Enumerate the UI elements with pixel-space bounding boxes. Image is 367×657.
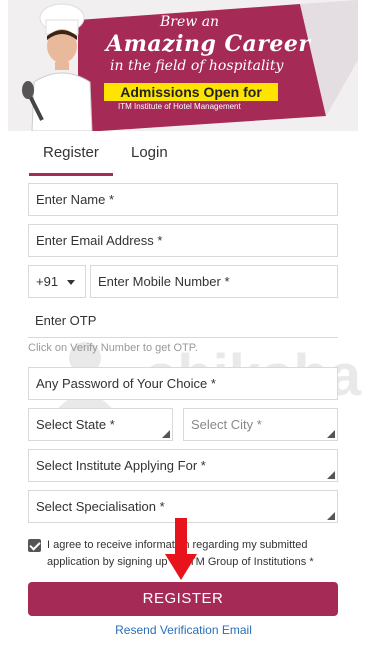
chef-image [22, 3, 93, 131]
country-code-select[interactable]: +91 [28, 265, 86, 298]
email-input[interactable]: Enter Email Address * [28, 224, 338, 257]
name-input[interactable]: Enter Name * [28, 183, 338, 216]
banner-admissions: Admissions Open for [104, 83, 278, 101]
active-tab-indicator [29, 173, 113, 176]
password-input[interactable]: Any Password of Your Choice * [28, 367, 338, 400]
country-code-value: +91 [36, 274, 59, 289]
red-arrow-icon [165, 518, 197, 580]
consent-checkbox[interactable] [28, 539, 41, 552]
chevron-down-icon [67, 280, 76, 286]
institute-select[interactable]: Select Institute Applying For * [28, 449, 338, 482]
tab-register[interactable]: Register [43, 143, 99, 163]
banner-tagline-1: Brew an [160, 14, 220, 30]
city-select[interactable]: Select City * [183, 408, 338, 441]
otp-input[interactable]: Enter OTP [28, 305, 338, 338]
state-select[interactable]: Select State * [28, 408, 173, 441]
banner-headline: Amazing Career [106, 31, 311, 57]
tab-login[interactable]: Login [131, 143, 168, 163]
promo-banner[interactable]: Brew an Amazing Career in the field of h… [8, 0, 358, 131]
banner-tagline-2: in the field of hospitality [110, 58, 284, 74]
otp-hint: Click on Verify Number to get OTP. [28, 342, 198, 354]
register-button[interactable]: REGISTER [28, 582, 338, 616]
mobile-input[interactable]: Enter Mobile Number * [90, 265, 338, 298]
resend-verification-link[interactable]: Resend Verification Email [0, 623, 367, 637]
banner-institute: ITM Institute of Hotel Management [118, 102, 241, 111]
